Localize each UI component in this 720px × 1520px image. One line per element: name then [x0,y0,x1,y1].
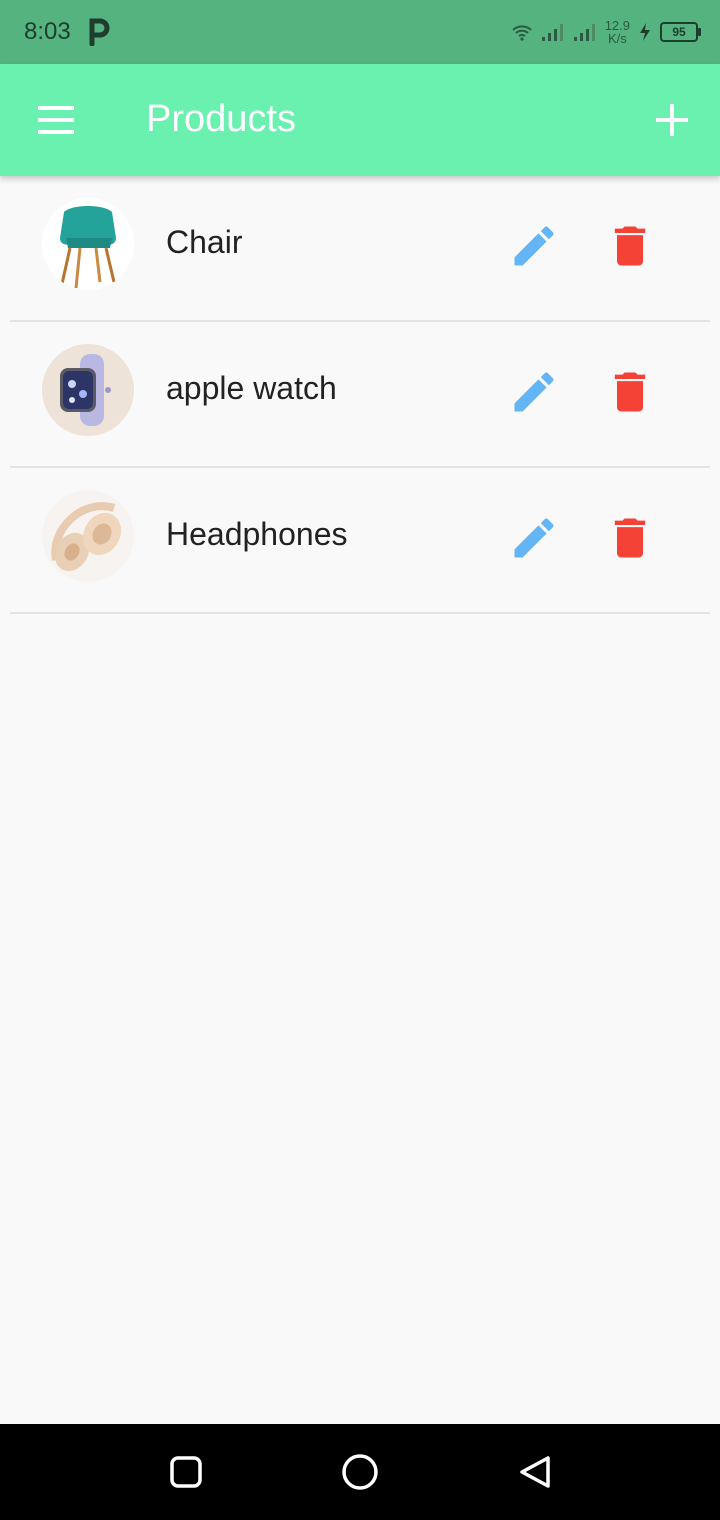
trash-icon [614,372,646,412]
delete-button[interactable] [604,220,656,272]
product-name: Headphones [166,516,348,552]
product-image-headphones [42,490,134,582]
circle-icon [342,1454,378,1490]
add-product-button[interactable] [642,90,702,150]
back-button[interactable] [512,1450,556,1494]
product-row[interactable]: Chair [10,176,710,322]
menu-line [38,118,74,122]
edit-button[interactable] [508,512,560,564]
product-list: Chair apple watch Headphones [0,176,720,614]
menu-line [38,130,74,134]
triangle-back-icon [520,1456,550,1488]
menu-button[interactable] [26,94,86,146]
edit-button[interactable] [508,220,560,272]
product-row[interactable]: apple watch [10,322,710,468]
charging-icon [640,23,650,41]
wifi-icon [511,25,532,41]
system-nav-bar [0,1424,720,1520]
trash-icon [614,518,646,558]
home-button[interactable] [338,1450,382,1494]
status-time: 8:03 [24,18,71,45]
product-row[interactable]: Headphones [10,468,710,614]
square-icon [170,1456,202,1488]
signal-icon [541,24,563,41]
pencil-icon [514,518,554,558]
signal-icon [573,24,595,41]
product-name: apple watch [166,370,337,406]
recent-apps-button[interactable] [164,1450,208,1494]
product-name: Chair [166,224,243,260]
product-image-chair [42,198,134,290]
network-speed: 12.9 K/s [605,19,630,45]
page-title: Products [146,98,296,140]
delete-button[interactable] [604,366,656,418]
status-icons: 12.9 K/s 95 [511,16,701,48]
product-image-apple-watch [42,344,134,436]
parking-app-icon [89,18,110,46]
app-bar: Products [0,64,720,176]
pencil-icon [514,372,554,412]
edit-button[interactable] [508,366,560,418]
hamburger-menu-icon [38,106,74,110]
network-speed-unit: K/s [607,31,627,46]
trash-icon [614,226,646,266]
battery-indicator: 95 [660,22,701,42]
status-bar: 8:03 12.9 K/s 95 [0,0,720,64]
delete-button[interactable] [604,512,656,564]
pencil-icon [514,226,554,266]
